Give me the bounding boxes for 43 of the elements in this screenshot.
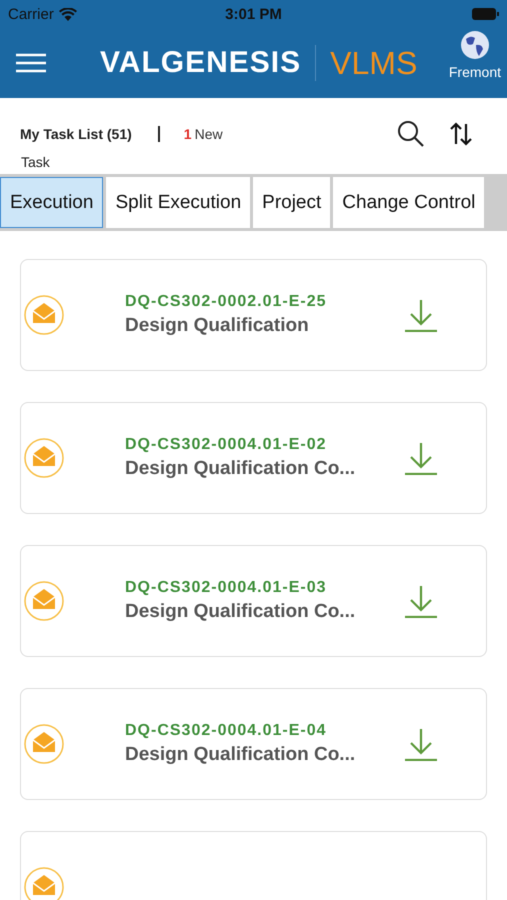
task-card[interactable]: DQ-CS302-0004.01-E-04 Design Qualification Co... xyxy=(20,688,487,800)
task-name: Design Qualification Co... xyxy=(125,458,356,480)
menu-icon[interactable] xyxy=(16,53,46,73)
category-tab[interactable]: Project xyxy=(253,177,330,228)
task-card[interactable]: DQ-CS302-0004.01-E-03 Design Qualification Co... xyxy=(20,545,487,657)
sort-icon[interactable] xyxy=(449,122,473,146)
category-tab[interactable]: Execution xyxy=(0,177,104,228)
carrier-label: Carrier xyxy=(8,6,54,22)
category-tab[interactable]: Change Control xyxy=(333,177,484,228)
envelope-icon xyxy=(23,437,65,479)
clock-time: 3:01 PM xyxy=(225,6,282,22)
section-label: Task xyxy=(20,153,51,172)
brand-logo: VALGENESIS xyxy=(100,46,302,80)
download-icon xyxy=(404,584,438,618)
envelope-icon xyxy=(23,294,65,336)
product-name: VLMS xyxy=(330,44,418,82)
task-code: DQ-CS302-0004.01-E-02 xyxy=(125,436,328,454)
task-card[interactable]: DQ-CS302-0002.01-E-25 Design Qualification xyxy=(20,259,487,371)
task-code: DQ-CS302-0002.01-E-25 xyxy=(125,293,327,311)
battery-icon xyxy=(472,8,499,20)
wifi-icon xyxy=(58,8,77,20)
task-code: DQ-CS302-0004.01-E-04 xyxy=(125,722,328,740)
download-icon xyxy=(404,298,438,332)
task-list-title: My Task List (51) xyxy=(20,126,132,142)
location-label: Fremont xyxy=(448,64,501,80)
category-tab[interactable]: Split Execution xyxy=(106,177,250,228)
download-icon xyxy=(404,727,438,761)
download-button[interactable] xyxy=(404,298,438,332)
task-name: Design Qualification Co... xyxy=(125,744,356,766)
new-count-label: 1 New xyxy=(184,126,223,142)
envelope-icon xyxy=(23,866,65,900)
task-code: DQ-CS302-0004.01-E-03 xyxy=(125,579,328,597)
download-icon xyxy=(404,441,438,475)
envelope-icon xyxy=(23,580,65,622)
envelope-icon xyxy=(23,723,65,765)
download-button[interactable] xyxy=(404,584,438,618)
globe-icon[interactable] xyxy=(460,30,490,60)
download-button[interactable] xyxy=(404,441,438,475)
search-icon[interactable] xyxy=(397,120,425,148)
download-button[interactable] xyxy=(404,727,438,761)
task-card[interactable]: DQ-CS302-0004.01-E-02 Design Qualification Co... xyxy=(20,402,487,514)
task-name: Design Qualification Co... xyxy=(125,601,356,623)
task-name: Design Qualification xyxy=(125,315,310,337)
